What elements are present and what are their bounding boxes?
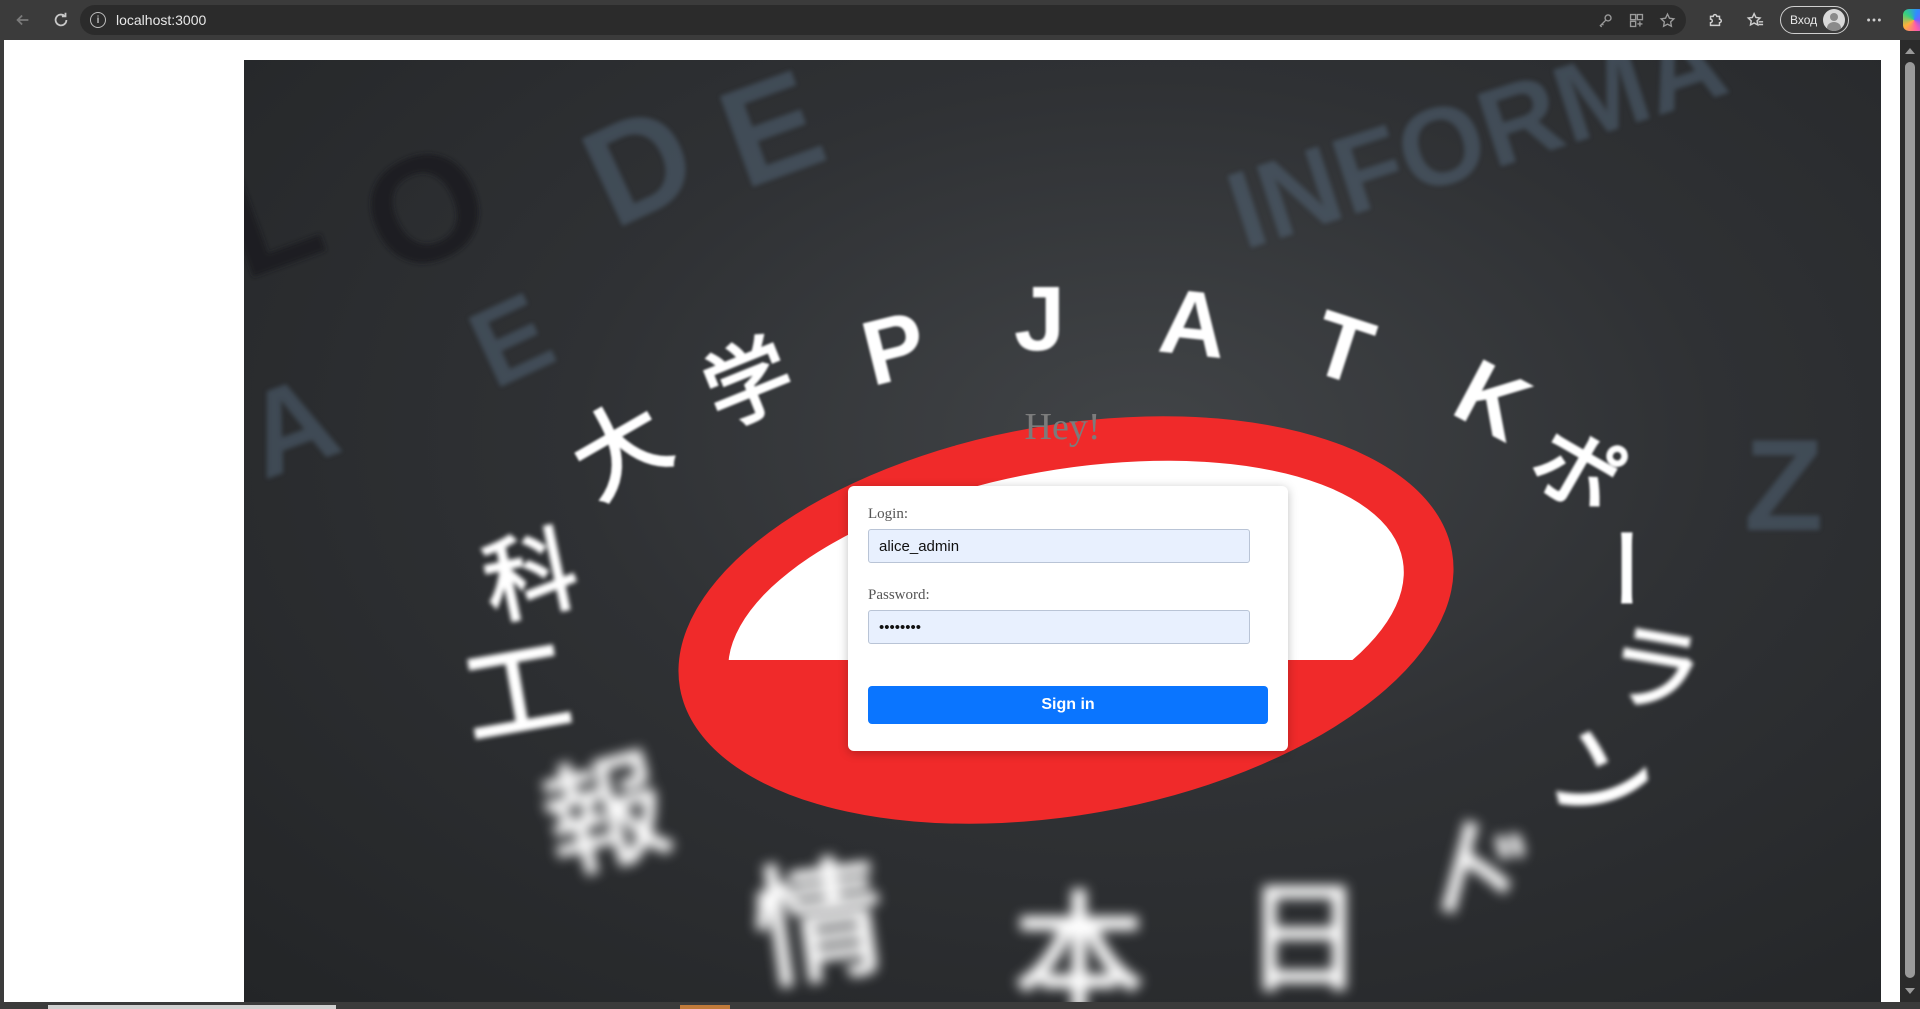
- back-button[interactable]: [6, 3, 40, 37]
- svg-text:E: E: [701, 60, 842, 218]
- ring-kana: ド: [1406, 797, 1545, 949]
- ring-letter: P: [852, 292, 936, 406]
- ring-letter: A: [1154, 270, 1231, 378]
- reload-button[interactable]: [44, 3, 78, 37]
- app-grid-icon[interactable]: [1628, 12, 1645, 29]
- password-label: Password:: [868, 587, 930, 603]
- svg-text:D: D: [560, 72, 718, 257]
- login-label: Login:: [868, 506, 908, 522]
- extensions-icon: [1709, 13, 1722, 27]
- bg-letters-informa: INFORMA: [1213, 60, 1739, 273]
- key-icon[interactable]: [1597, 12, 1614, 29]
- address-bar-icons: [1597, 5, 1676, 35]
- star-icon[interactable]: [1659, 12, 1676, 29]
- page-scrollbar[interactable]: [1900, 40, 1920, 1002]
- ring-kana: ラ: [1601, 610, 1710, 731]
- bottom-status-strip: [0, 1002, 1920, 1009]
- back-arrow-icon: [16, 14, 29, 26]
- more-button[interactable]: [1859, 5, 1889, 35]
- ring-letter: J: [1014, 268, 1065, 370]
- reload-icon: [54, 12, 68, 27]
- greeting-title: Hey!: [1024, 406, 1101, 448]
- scroll-thumb[interactable]: [1905, 62, 1915, 978]
- login-form: Login: Password: Sign in: [848, 486, 1288, 751]
- svg-text:E: E: [452, 269, 570, 411]
- svg-text:L: L: [244, 121, 341, 310]
- browser-toolbar: i localhost:3000 Вход: [0, 0, 1920, 40]
- page-viewport: INFORMA D E A E Z L O P J A T K 学 大 ポ ー …: [4, 40, 1900, 1002]
- more-icon: [1867, 18, 1881, 22]
- login-input[interactable]: [868, 529, 1250, 563]
- profile-button[interactable]: Вход: [1780, 6, 1850, 34]
- ring-letter: T: [1300, 291, 1385, 405]
- ring-kana: 情: [745, 840, 895, 1002]
- scroll-up-icon[interactable]: [1905, 48, 1915, 54]
- profile-label: Вход: [1790, 13, 1818, 27]
- address-url: localhost:3000: [116, 12, 207, 28]
- ring-kana: 科: [474, 515, 586, 639]
- favorites-icon: [1746, 11, 1764, 27]
- ring-kana: 日: [1244, 870, 1364, 1002]
- copilot-icon: [1903, 9, 1920, 31]
- ring-kana: 大: [554, 381, 687, 520]
- site-info-icon[interactable]: i: [90, 12, 106, 28]
- status-segment: [48, 1005, 336, 1009]
- password-input[interactable]: [868, 610, 1250, 644]
- favorites-button[interactable]: [1740, 5, 1770, 35]
- hero-background-image: INFORMA D E A E Z L O P J A T K 学 大 ポ ー …: [244, 60, 1881, 1002]
- ring-kana: 報: [530, 734, 682, 899]
- ring-kana: 本: [1014, 879, 1144, 1002]
- extensions-button[interactable]: [1700, 5, 1730, 35]
- ring-kana: 工: [455, 624, 580, 762]
- ring-kana: ー: [1573, 525, 1673, 611]
- sign-in-button[interactable]: Sign in: [868, 686, 1268, 724]
- copilot-button[interactable]: [1899, 5, 1920, 35]
- avatar-icon: [1823, 9, 1846, 31]
- svg-text:O: O: [337, 107, 514, 309]
- ring-kana: ン: [1535, 707, 1669, 851]
- scroll-down-icon[interactable]: [1905, 988, 1915, 994]
- address-bar[interactable]: i localhost:3000: [80, 5, 1686, 35]
- status-segment: [680, 1005, 730, 1009]
- browser-right-tools: Вход: [1700, 0, 1920, 40]
